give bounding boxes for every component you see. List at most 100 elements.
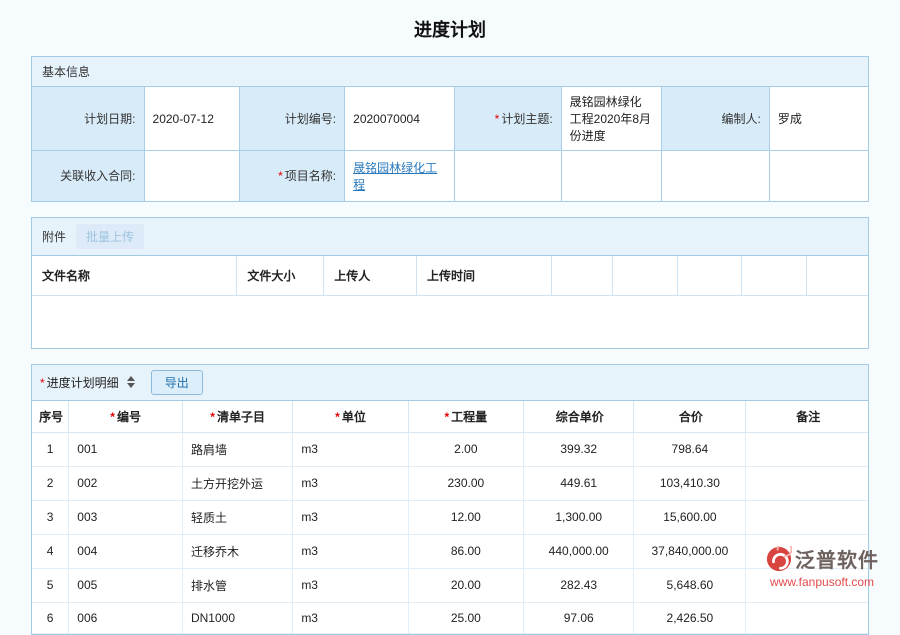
empty-cell	[561, 151, 661, 201]
attachments-col-filesize: 文件大小	[237, 256, 324, 296]
table-row: 4 004 迁移乔木 m3 86.00 440,000.00 37,840,00…	[32, 534, 868, 568]
cell-unit: m3	[293, 466, 408, 500]
table-row: 5 005 排水管 m3 20.00 282.43 5,648.60	[32, 568, 868, 602]
cell-item: 排水管	[182, 568, 292, 602]
vendor-url: www.fanpusoft.com	[766, 576, 896, 589]
basic-info-row-2: 关联收入合同: *项目名称: 晟铭园林绿化工程	[32, 151, 868, 201]
cell-remark	[746, 466, 868, 500]
cell-unit: m3	[293, 568, 408, 602]
cell-quantity: 230.00	[408, 466, 523, 500]
plan-subject-label: *计划主题:	[455, 87, 561, 151]
cell-unitprice: 440,000.00	[524, 534, 634, 568]
cell-code: 004	[69, 534, 183, 568]
detail-header: *进度计划明细 导出	[32, 365, 868, 401]
cell-index: 6	[32, 602, 69, 633]
attachments-col-empty	[807, 256, 868, 296]
cell-quantity: 20.00	[408, 568, 523, 602]
detail-col-unitprice: 综合单价	[524, 401, 634, 433]
cell-quantity: 2.00	[408, 432, 523, 466]
cell-quantity: 12.00	[408, 500, 523, 534]
cell-item: 轻质土	[182, 500, 292, 534]
page-title: 进度计划	[31, 8, 869, 56]
cell-remark	[746, 500, 868, 534]
attachments-section: 附件 批量上传 文件名称 文件大小 上传人 上传时间	[31, 217, 869, 349]
plan-subject-value: 晟铭园林绿化工程2020年8月份进度	[561, 87, 661, 151]
contract-value	[144, 151, 239, 201]
cell-total: 5,648.60	[634, 568, 746, 602]
detail-col-unit: *单位	[293, 401, 408, 433]
attachments-empty-area	[32, 296, 868, 348]
cell-remark	[746, 602, 868, 633]
cell-total: 798.64	[634, 432, 746, 466]
sort-toggle-icon[interactable]	[125, 376, 137, 388]
cell-total: 37,840,000.00	[634, 534, 746, 568]
cell-quantity: 25.00	[408, 602, 523, 633]
cell-code: 005	[69, 568, 183, 602]
detail-col-item: *清单子目	[182, 401, 292, 433]
cell-unit: m3	[293, 602, 408, 633]
cell-code: 001	[69, 432, 183, 466]
author-label: 编制人:	[661, 87, 769, 151]
batch-upload-button[interactable]: 批量上传	[76, 224, 144, 249]
cell-total: 15,600.00	[634, 500, 746, 534]
required-mark: *	[495, 112, 500, 126]
page-root: 进度计划 基本信息 计划日期: 2020-07-12 计划编号: 2020070…	[0, 0, 900, 635]
plan-no-value: 2020070004	[345, 87, 455, 151]
basic-info-table: 计划日期: 2020-07-12 计划编号: 2020070004 *计划主题:…	[32, 87, 868, 201]
cell-total: 2,426.50	[634, 602, 746, 633]
attachments-header-row: 文件名称 文件大小 上传人 上传时间	[32, 256, 868, 296]
cell-index: 1	[32, 432, 69, 466]
detail-header-row: 序号 *编号 *清单子目 *单位 *工程量 综合单价 合价 备注	[32, 401, 868, 433]
plan-date-label: 计划日期:	[32, 87, 144, 151]
cell-unitprice: 399.32	[524, 432, 634, 466]
attachments-col-empty	[742, 256, 807, 296]
empty-cell	[769, 151, 868, 201]
detail-col-remark: 备注	[746, 401, 868, 433]
export-button[interactable]: 导出	[151, 370, 203, 395]
table-row: 3 003 轻质土 m3 12.00 1,300.00 15,600.00	[32, 500, 868, 534]
cell-unit: m3	[293, 432, 408, 466]
required-mark: *	[278, 169, 283, 183]
cell-index: 4	[32, 534, 69, 568]
project-value-cell: 晟铭园林绿化工程	[345, 151, 455, 201]
plan-no-label: 计划编号:	[239, 87, 344, 151]
table-row: 2 002 土方开挖外运 m3 230.00 449.61 103,410.30	[32, 466, 868, 500]
attachments-table: 文件名称 文件大小 上传人 上传时间	[32, 256, 868, 296]
basic-info-section: 基本信息 计划日期: 2020-07-12 计划编号: 2020070004 *…	[31, 56, 869, 202]
basic-info-header: 基本信息	[32, 57, 868, 87]
cell-code: 002	[69, 466, 183, 500]
vendor-logo-icon	[766, 546, 792, 575]
cell-unitprice: 282.43	[524, 568, 634, 602]
cell-item: 迁移乔木	[182, 534, 292, 568]
attachments-header: 附件 批量上传	[32, 218, 868, 256]
author-value: 罗成	[769, 87, 868, 151]
sort-up-icon	[127, 376, 135, 381]
cell-code: 003	[69, 500, 183, 534]
project-link[interactable]: 晟铭园林绿化工程	[353, 161, 437, 192]
detail-table: 序号 *编号 *清单子目 *单位 *工程量 综合单价 合价 备注 1 001 路…	[32, 401, 868, 634]
detail-col-index: 序号	[32, 401, 69, 433]
detail-col-quantity: *工程量	[408, 401, 523, 433]
attachments-col-empty	[551, 256, 613, 296]
detail-col-total: 合价	[634, 401, 746, 433]
detail-table-body: 1 001 路肩墙 m3 2.00 399.32 798.64 2 002 土方…	[32, 432, 868, 633]
cell-unit: m3	[293, 534, 408, 568]
cell-unit: m3	[293, 500, 408, 534]
attachments-col-uploader: 上传人	[324, 256, 417, 296]
basic-info-title: 基本信息	[42, 63, 90, 80]
attachments-col-filename: 文件名称	[32, 256, 237, 296]
cell-index: 5	[32, 568, 69, 602]
vendor-brand: 泛普软件	[795, 550, 879, 572]
vendor-watermark: 泛普软件 www.fanpusoft.com	[766, 546, 896, 589]
detail-title: 进度计划明细	[47, 376, 119, 390]
cell-quantity: 86.00	[408, 534, 523, 568]
cell-index: 3	[32, 500, 69, 534]
empty-cell	[661, 151, 769, 201]
cell-item: 土方开挖外运	[182, 466, 292, 500]
detail-section: *进度计划明细 导出 序号 *编号 *清单子目 *单位 *工程量 综合单价 合价…	[31, 364, 869, 635]
cell-total: 103,410.30	[634, 466, 746, 500]
table-row: 6 006 DN1000 m3 25.00 97.06 2,426.50	[32, 602, 868, 633]
cell-code: 006	[69, 602, 183, 633]
cell-index: 2	[32, 466, 69, 500]
cell-unitprice: 97.06	[524, 602, 634, 633]
